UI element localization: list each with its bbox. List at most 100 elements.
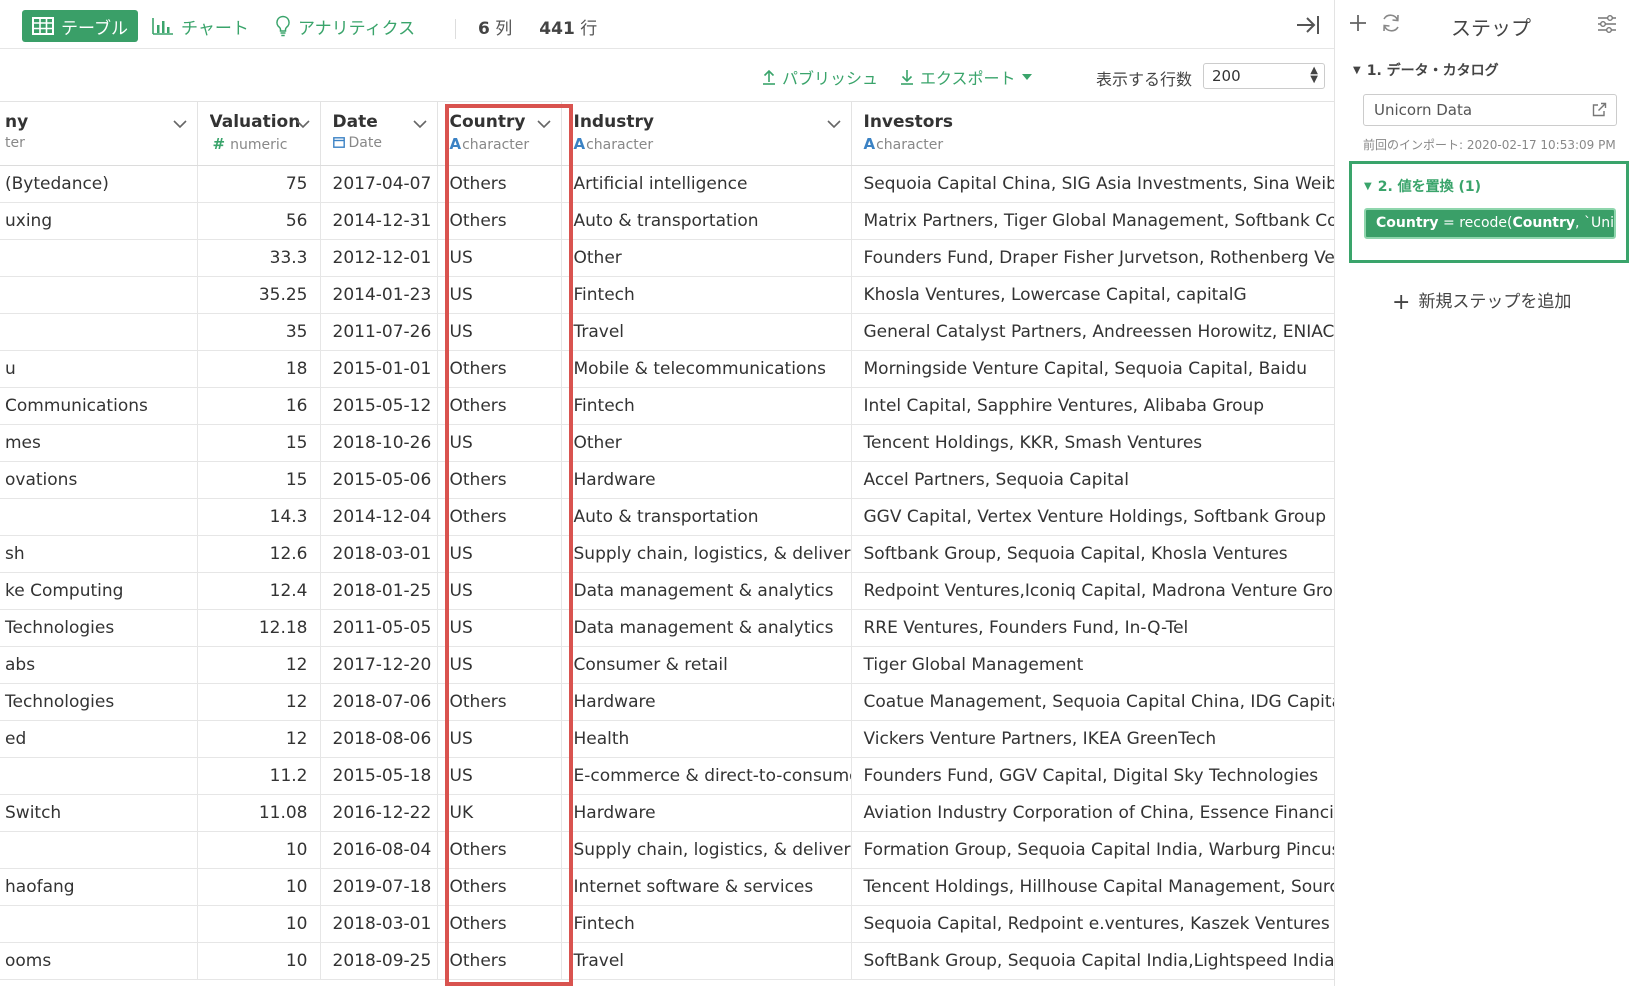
table-cell[interactable]: SoftBank Group, Sequoia Capital India,Li…	[851, 942, 1334, 980]
table-cell[interactable]: US	[437, 720, 562, 758]
table-cell[interactable]: 2014-12-04	[320, 498, 438, 536]
table-cell[interactable]: Technologies	[0, 609, 198, 647]
table-cell[interactable]: RRE Ventures, Founders Fund, In-Q-Tel	[851, 609, 1334, 647]
table-cell[interactable]: Travel	[561, 313, 852, 351]
table-cell[interactable]: Health	[561, 720, 852, 758]
table-cell[interactable]: 2016-08-04	[320, 831, 438, 869]
table-cell[interactable]: Fintech	[561, 387, 852, 425]
table-cell[interactable]: Supply chain, logistics, & delivery	[561, 535, 852, 573]
table-cell[interactable]: Tencent Holdings, KKR, Smash Ventures	[851, 424, 1334, 462]
refresh-button[interactable]	[1380, 13, 1402, 37]
table-cell[interactable]: Others	[437, 868, 562, 906]
column-header[interactable]: Investors Acharacter	[851, 101, 1334, 166]
table-cell[interactable]: 12.6	[197, 535, 321, 573]
table-cell[interactable]: Sequoia Capital, Redpoint e.ventures, Ka…	[851, 905, 1334, 943]
table-cell[interactable]: Fintech	[561, 905, 852, 943]
table-cell[interactable]	[0, 498, 198, 536]
table-cell[interactable]: US	[437, 609, 562, 647]
table-cell[interactable]: ooms	[0, 942, 198, 980]
table-cell[interactable]: 2018-07-06	[320, 683, 438, 721]
table-cell[interactable]: Others	[437, 498, 562, 536]
table-cell[interactable]: 12	[197, 720, 321, 758]
column-header[interactable]: ny ter	[0, 101, 198, 166]
table-cell[interactable]: Other	[561, 239, 852, 277]
table-cell[interactable]: 12	[197, 683, 321, 721]
column-header[interactable]: Country Acharacter	[437, 101, 562, 166]
add-step-plus-button[interactable]	[1349, 14, 1367, 36]
table-cell[interactable]: 12.4	[197, 572, 321, 610]
table-cell[interactable]: 2018-09-25	[320, 942, 438, 980]
table-cell[interactable]: mes	[0, 424, 198, 462]
table-cell[interactable]: (Bytedance)	[0, 165, 198, 203]
step-2-card[interactable]: ▼ 2. 値を置換 (1) Country = recode(Country, `…	[1349, 161, 1629, 263]
table-cell[interactable]: US	[437, 276, 562, 314]
table-cell[interactable]: Communications	[0, 387, 198, 425]
table-cell[interactable]: 11.08	[197, 794, 321, 832]
table-cell[interactable]: 2018-01-25	[320, 572, 438, 610]
table-cell[interactable]: 33.3	[197, 239, 321, 277]
table-cell[interactable]: Accel Partners, Sequoia Capital	[851, 461, 1334, 499]
table-cell[interactable]: 75	[197, 165, 321, 203]
table-cell[interactable]: 2018-10-26	[320, 424, 438, 462]
table-cell[interactable]: 10	[197, 831, 321, 869]
table-cell[interactable]: Auto & transportation	[561, 498, 852, 536]
table-cell[interactable]: US	[437, 646, 562, 684]
table-cell[interactable]: Others	[437, 942, 562, 980]
chart-view-tab[interactable]: チャート	[142, 10, 259, 42]
table-cell[interactable]: Others	[437, 165, 562, 203]
table-cell[interactable]: ovations	[0, 461, 198, 499]
table-cell[interactable]: Hardware	[561, 461, 852, 499]
table-cell[interactable]: Softbank Group, Sequoia Capital, Khosla …	[851, 535, 1334, 573]
table-cell[interactable]: Hardware	[561, 683, 852, 721]
table-cell[interactable]: Technologies	[0, 683, 198, 721]
table-cell[interactable]: Others	[437, 202, 562, 240]
table-cell[interactable]: US	[437, 313, 562, 351]
table-cell[interactable]: haofang	[0, 868, 198, 906]
table-cell[interactable]: Auto & transportation	[561, 202, 852, 240]
table-cell[interactable]: Redpoint Ventures,Iconiq Capital, Madron…	[851, 572, 1334, 610]
chevron-down-icon[interactable]	[172, 120, 187, 129]
table-cell[interactable]: US	[437, 572, 562, 610]
table-cell[interactable]: 2015-01-01	[320, 350, 438, 388]
table-cell[interactable]: UK	[437, 794, 562, 832]
table-cell[interactable]: Hardware	[561, 794, 852, 832]
step-settings-button[interactable]	[1597, 15, 1617, 37]
table-cell[interactable]	[0, 276, 198, 314]
publish-button[interactable]: パブリッシュ	[762, 65, 878, 89]
table-cell[interactable]: 10	[197, 942, 321, 980]
column-header[interactable]: Valuation # numeric	[197, 101, 321, 166]
column-header[interactable]: Date Date	[320, 101, 438, 166]
chevron-down-icon[interactable]	[536, 120, 551, 129]
table-cell[interactable]: Switch	[0, 794, 198, 832]
table-cell[interactable]: Vickers Venture Partners, IKEA GreenTech	[851, 720, 1334, 758]
table-cell[interactable]: 2017-04-07	[320, 165, 438, 203]
table-cell[interactable]: ed	[0, 720, 198, 758]
table-cell[interactable]: u	[0, 350, 198, 388]
table-cell[interactable]: 2018-08-06	[320, 720, 438, 758]
table-cell[interactable]: 2014-12-31	[320, 202, 438, 240]
table-cell[interactable]: Consumer & retail	[561, 646, 852, 684]
table-cell[interactable]: Others	[437, 387, 562, 425]
table-cell[interactable]: Matrix Partners, Tiger Global Management…	[851, 202, 1334, 240]
table-cell[interactable]: Others	[437, 683, 562, 721]
table-cell[interactable]: 2011-05-05	[320, 609, 438, 647]
table-cell[interactable]: 10	[197, 868, 321, 906]
chevron-down-icon[interactable]	[412, 120, 427, 129]
table-cell[interactable]: 2016-12-22	[320, 794, 438, 832]
table-cell[interactable]: 2019-07-18	[320, 868, 438, 906]
table-cell[interactable]: Founders Fund, GGV Capital, Digital Sky …	[851, 757, 1334, 795]
table-cell[interactable]	[0, 313, 198, 351]
step-2-header[interactable]: ▼ 2. 値を置換 (1)	[1364, 176, 1481, 196]
table-cell[interactable]: Artificial intelligence	[561, 165, 852, 203]
table-cell[interactable]: GGV Capital, Vertex Venture Holdings, So…	[851, 498, 1334, 536]
table-cell[interactable]: 12	[197, 646, 321, 684]
table-cell[interactable]: Travel	[561, 942, 852, 980]
table-cell[interactable]: Sequoia Capital China, SIG Asia Investme…	[851, 165, 1334, 203]
table-cell[interactable]: Fintech	[561, 276, 852, 314]
rows-to-show-select[interactable]: 200 ▲ ▼	[1203, 63, 1325, 89]
analytics-view-tab[interactable]: アナリティクス	[265, 10, 425, 42]
table-cell[interactable]: E-commerce & direct-to-consumer	[561, 757, 852, 795]
add-new-step-button[interactable]: + 新規ステップを追加	[1392, 287, 1571, 315]
table-cell[interactable]: 15	[197, 461, 321, 499]
table-cell[interactable]: 2017-12-20	[320, 646, 438, 684]
